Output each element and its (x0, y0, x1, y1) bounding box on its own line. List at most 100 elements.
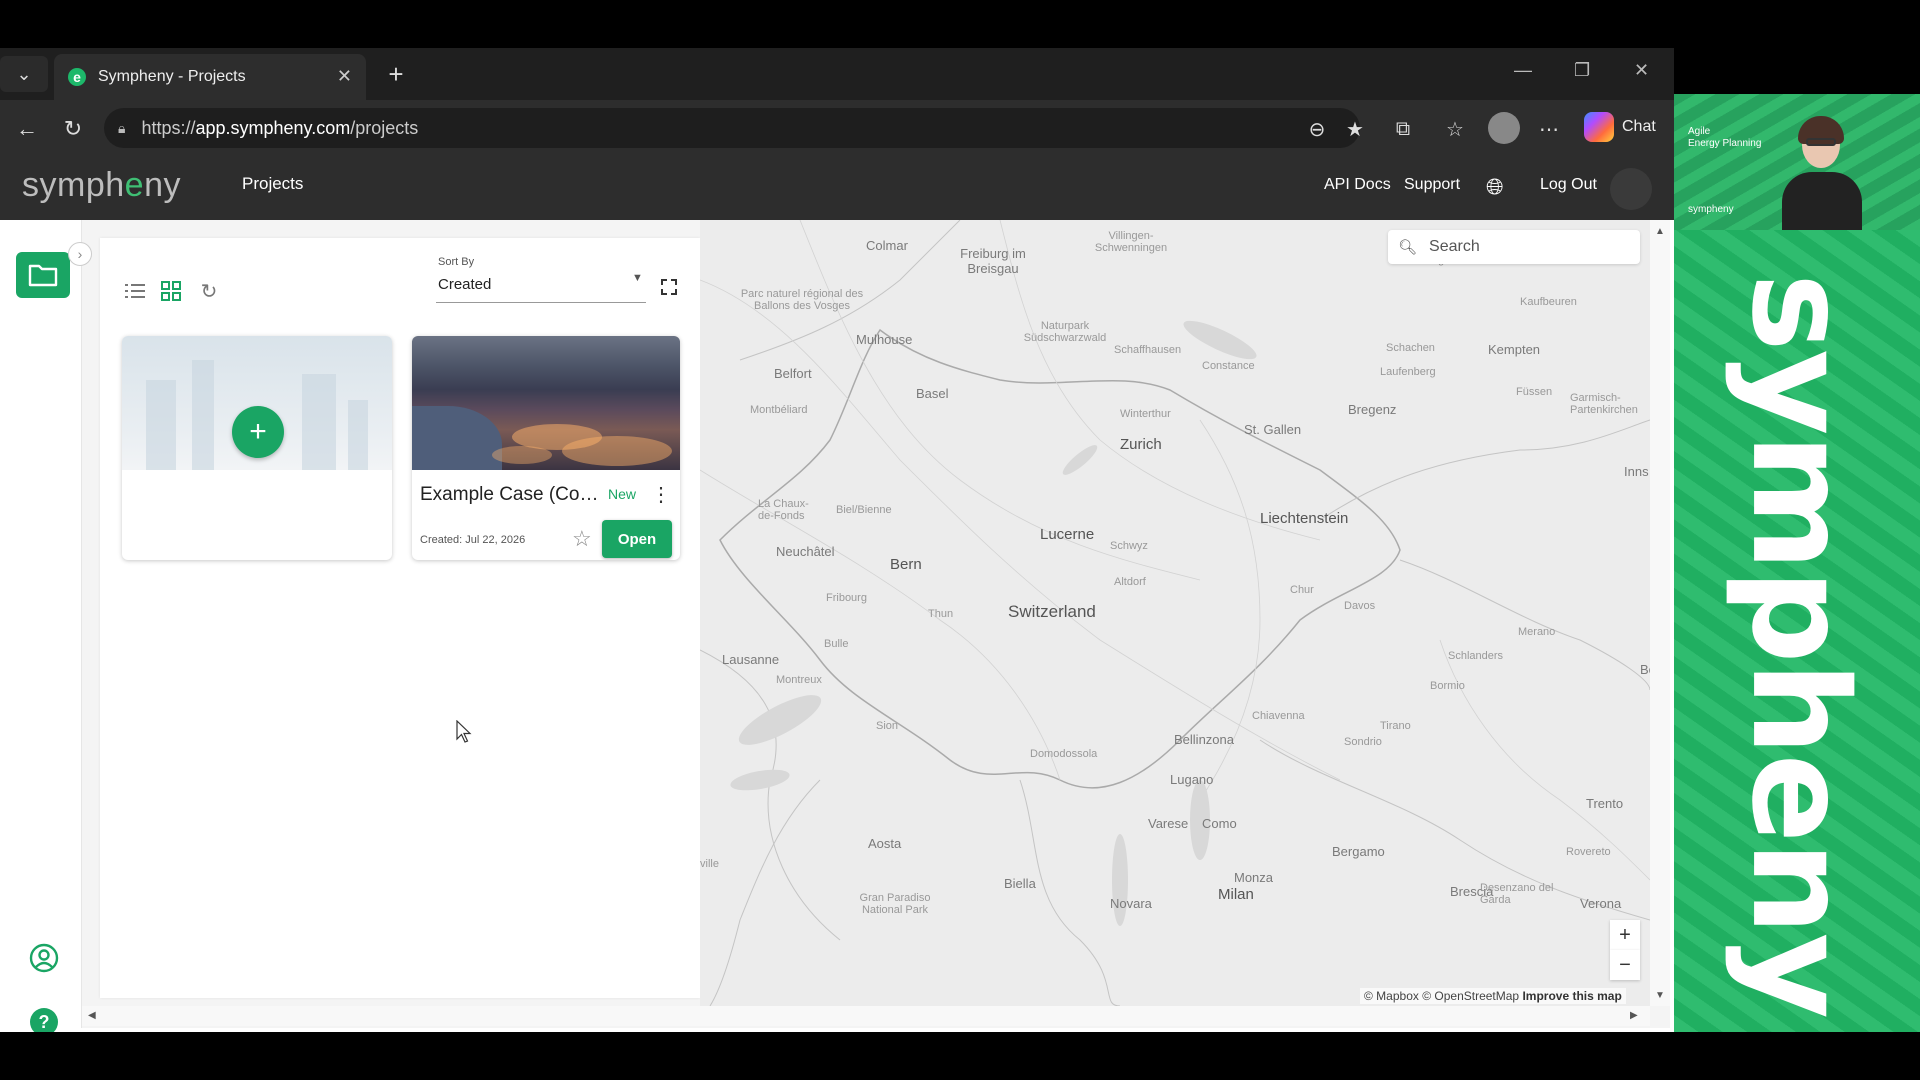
video-tagline-2: Energy Planning (1688, 138, 1762, 149)
close-tab-icon[interactable]: ✕ (337, 66, 352, 87)
list-view-icon[interactable] (122, 278, 148, 304)
url-input[interactable]: 🔒︎ https://app.sympheny.com/projects (104, 108, 1360, 148)
favorites-icon[interactable]: ☆ (1440, 114, 1470, 144)
projects-rail-button[interactable] (16, 252, 70, 298)
promo-wordmark-text: sympheny (1722, 272, 1877, 1018)
scroll-left-icon[interactable]: ◀ (88, 1010, 96, 1021)
map-label-schlanders: Schlanders (1448, 650, 1504, 662)
profile-avatar[interactable] (1488, 112, 1520, 144)
promo-wordmark: sympheny (1684, 260, 1914, 1030)
map-label-milan: Milan (1218, 886, 1254, 903)
tab-list-button[interactable]: ⌄ (0, 56, 48, 92)
extensions-icon[interactable]: ⧉ (1388, 114, 1418, 144)
support-link[interactable]: Support (1404, 176, 1460, 194)
copilot-chat-button[interactable]: Chat (1584, 112, 1656, 142)
api-docs-link[interactable]: API Docs (1324, 176, 1391, 194)
more-icon[interactable]: ⋯ (1534, 114, 1564, 144)
svg-text:?: ? (39, 1012, 50, 1032)
nav-projects[interactable]: Projects (242, 174, 303, 194)
map-label-lachaux: La Chaux-de-Fonds (758, 498, 809, 522)
new-project-card[interactable]: + (122, 336, 392, 560)
attribution-mapbox[interactable]: © Mapbox (1364, 989, 1419, 1003)
zoom-icon[interactable]: ⊖ (1302, 114, 1332, 144)
help-icon[interactable]: ? (28, 1006, 60, 1032)
map-label-liechtenstein: Liechtenstein (1260, 510, 1349, 527)
tab-bar: ⌄ e Sympheny - Projects ✕ + — ❐ ✕ (0, 48, 1674, 100)
attribution-osm[interactable]: © OpenStreetMap (1422, 989, 1519, 1003)
map-label-gran-paradiso: Gran Paradiso National Park (859, 892, 931, 916)
fullscreen-icon[interactable] (656, 274, 682, 300)
created-date: Created: Jul 22, 2026 (420, 534, 526, 546)
new-badge: New (608, 486, 637, 502)
map-label-villingen: Villingen-Schwenningen (1094, 230, 1168, 254)
map-label-garmisch: Garmisch-Partenkirchen (1570, 392, 1638, 416)
reload-icon[interactable]: ↻ (58, 114, 88, 144)
video-brand: sympheny (1688, 204, 1734, 215)
map-label-varese: Varese (1148, 816, 1189, 831)
scroll-up-icon[interactable]: ▲ (1655, 226, 1665, 237)
scroll-down-icon[interactable]: ▼ (1655, 990, 1665, 1001)
map[interactable]: Colmar Freiburg im Breisgau Villingen-Sc… (700, 220, 1650, 1006)
presenter-video: Agile Energy Planning sympheny (1674, 94, 1920, 230)
tab-active[interactable]: e Sympheny - Projects ✕ (54, 54, 366, 100)
map-label-como: Como (1202, 816, 1237, 831)
star-icon[interactable]: ☆ (572, 526, 592, 552)
dropdown-caret-icon[interactable]: ▼ (632, 272, 643, 284)
refresh-icon[interactable]: ↻ (196, 278, 222, 304)
user-circle-icon[interactable] (28, 942, 60, 974)
grid-view-icon[interactable] (158, 278, 184, 304)
scroll-right-icon[interactable]: ▶ (1630, 1010, 1638, 1021)
map-label-domodossola: Domodossola (1030, 748, 1098, 760)
minimize-icon[interactable]: — (1514, 60, 1532, 81)
back-icon[interactable]: ← (12, 114, 42, 144)
more-vert-icon[interactable]: ⋮ (651, 482, 671, 506)
vertical-scrollbar[interactable]: ▲ ▼ (1650, 220, 1670, 1006)
open-project-button[interactable]: Open (602, 520, 672, 558)
sort-by-select[interactable]: Created (438, 276, 491, 293)
horizontal-scrollbar[interactable]: ◀ ▶ (82, 1006, 1650, 1026)
logout-link[interactable]: Log Out (1540, 176, 1597, 194)
lock-icon: 🔒︎ (118, 119, 126, 136)
restore-icon[interactable]: ❐ (1574, 60, 1590, 81)
zoom-out-button[interactable]: − (1610, 950, 1640, 980)
zoom-in-button[interactable]: + (1610, 920, 1640, 950)
map-label-thun: Thun (928, 608, 954, 620)
map-label-freiburg: Freiburg im Breisgau (960, 246, 1026, 276)
map-label-innsbruck: Inns (1624, 464, 1649, 479)
map-attribution: © Mapbox © OpenStreetMap Improve this ma… (1360, 988, 1626, 1004)
map-label-bregenz: Bregenz (1348, 402, 1397, 417)
map-search-input[interactable]: 🔍︎ Search (1388, 230, 1640, 264)
map-label-kaufbeuren: Kaufbeuren (1520, 296, 1577, 308)
project-title: Example Case (Cop... (420, 484, 600, 505)
map-label-aosta: Aosta (868, 836, 902, 851)
globe-icon[interactable]: 🌐︎ (1486, 174, 1504, 200)
map-label-verona: Verona (1580, 896, 1622, 911)
brand-part: ny (144, 166, 181, 204)
favorite-star-icon[interactable]: ★ (1340, 114, 1370, 144)
map-label-biel: Biel/Bienne (836, 504, 892, 516)
improve-map-link[interactable]: Improve this map (1522, 989, 1621, 1003)
address-bar-row: ← ↻ 🔒︎ https://app.sympheny.com/projects… (0, 100, 1674, 156)
side-rail: ? (4, 220, 82, 1032)
user-avatar[interactable] (1610, 168, 1652, 210)
new-tab-button[interactable]: + (380, 58, 412, 90)
map-label-konstanz: Constance (1202, 360, 1255, 372)
project-thumbnail (412, 336, 680, 470)
project-card[interactable]: Example Case (Cop... New ⋮ Created: Jul … (412, 336, 680, 560)
add-project-icon[interactable]: + (232, 406, 284, 458)
collapse-panel-button[interactable]: › (68, 242, 92, 266)
map-label-sion: Sion (876, 720, 899, 732)
video-tagline: Agile Energy Planning (1688, 126, 1761, 150)
map-label-davos: Davos (1344, 600, 1376, 612)
map-label-winterthur: Winterthur (1120, 408, 1171, 420)
map-label-ville: ville (700, 858, 719, 870)
map-label-fribourg: Fribourg (826, 592, 867, 604)
map-label-sondrio: Sondrio (1344, 736, 1382, 748)
map-label-tirano: Tirano (1380, 720, 1411, 732)
brand-logo[interactable]: sympheny (22, 166, 181, 205)
map-label-bern: Bern (890, 556, 922, 573)
close-window-icon[interactable]: ✕ (1634, 60, 1649, 81)
app-header: sympheny Projects API Docs Support 🌐︎ Lo… (0, 156, 1674, 220)
sympheny-favicon: e (68, 68, 86, 86)
map-label-montbeliard: Montbéliard (750, 404, 808, 416)
